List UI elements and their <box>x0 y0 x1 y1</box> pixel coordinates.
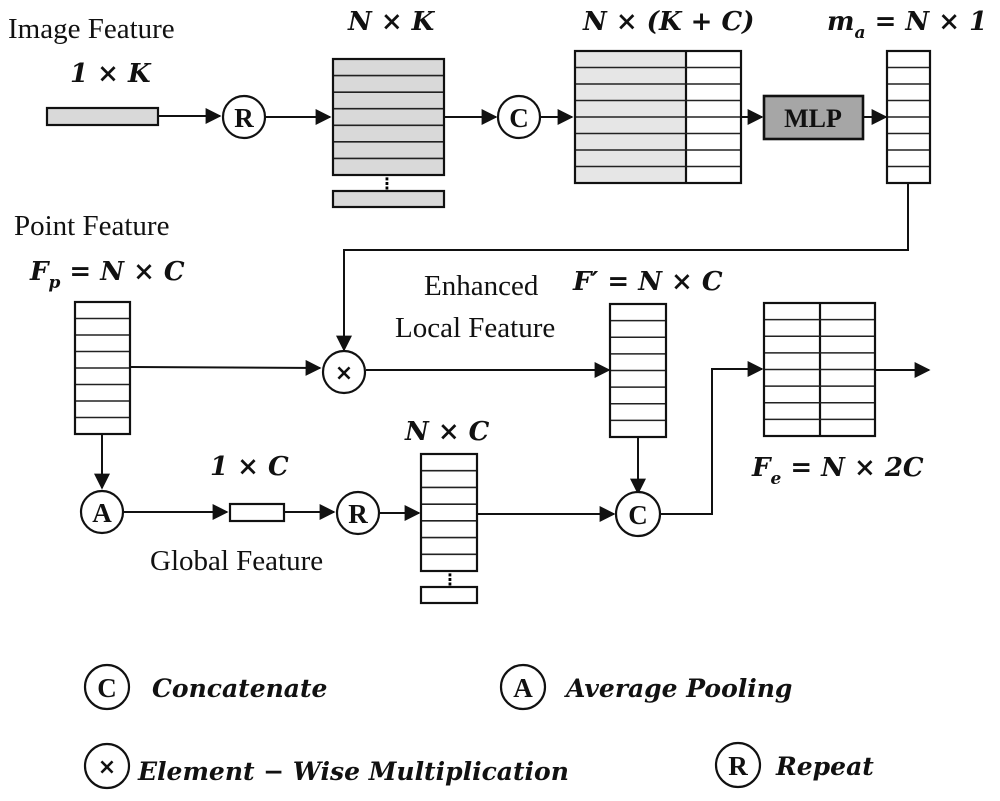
concatenated-feature-matrix <box>573 49 743 185</box>
global-feature-label: Global Feature <box>150 545 323 577</box>
svg-text:MLP: MLP <box>784 104 842 133</box>
svg-text:C: C <box>509 103 529 133</box>
svg-text:Concatenate: Concatenate <box>152 674 327 703</box>
image-feature-vector <box>45 106 160 127</box>
global-feature-vector <box>228 502 286 523</box>
nkc-dim: N × (K + C) <box>582 7 754 37</box>
concat-operator-1: C <box>496 94 542 140</box>
repeat-operator-1: R <box>221 94 267 140</box>
enhanced-local-feature-matrix <box>608 302 668 439</box>
svg-text:Average Pooling: Average Pooling <box>564 674 792 703</box>
svg-text:×: × <box>335 361 353 386</box>
nc-dim: N × C <box>404 417 490 447</box>
ma-dim: ma = N × 1 <box>827 7 987 43</box>
repeated-image-feature-matrix <box>331 57 446 177</box>
fp-dim: Fp = N × C <box>29 257 185 293</box>
avgpool-operator: A <box>79 489 125 535</box>
svg-text:R: R <box>348 499 368 529</box>
svg-text:R: R <box>234 103 254 133</box>
global-feature-dim: 1 × C <box>210 452 289 482</box>
svg-text:A: A <box>92 498 112 528</box>
repeated-global-feature-matrix <box>419 452 479 573</box>
repeat-operator-2: R <box>335 490 381 536</box>
fe-dim: Fe = N × 2C <box>751 453 924 489</box>
legend-item-multiplication: × Element − Wise Multiplication <box>83 742 569 790</box>
multiply-operator: × <box>321 349 367 395</box>
legend-item-repeat: R Repeat <box>714 741 874 789</box>
enhanced-label-line2: Local Feature <box>395 312 555 344</box>
nk-dim: N × K <box>347 7 436 37</box>
svg-text:A: A <box>513 673 533 703</box>
diagram-canvas: Image Feature 1 × K R N × K ⋮ C N × (K +… <box>8 7 987 790</box>
nk-last-row <box>331 189 446 209</box>
image-feature-label: Image Feature <box>8 13 175 45</box>
matrix-column <box>421 454 477 571</box>
legend-item-average-pooling: A Average Pooling <box>499 663 792 711</box>
nc-last-row <box>419 585 479 605</box>
legend: C Concatenate A Average Pooling × Elemen… <box>83 663 874 790</box>
fprime-dim: F′ = N × C <box>572 267 723 297</box>
enhanced-label-line1: Enhanced <box>424 270 539 302</box>
matrix-column <box>333 59 444 175</box>
svg-text:Element − Wise Multiplication: Element − Wise Multiplication <box>137 757 569 786</box>
svg-text:×: × <box>98 755 116 780</box>
arrow-fp-to-multiply <box>130 359 322 376</box>
concat-operator-2: C <box>614 490 662 538</box>
legend-item-concatenate: C Concatenate <box>83 663 327 711</box>
arrow-concat-to-fe <box>660 361 764 515</box>
svg-text:Repeat: Repeat <box>775 752 874 781</box>
enhanced-feature-matrix <box>762 301 877 438</box>
attention-weights-vector <box>885 49 932 185</box>
image-feature-dim: 1 × K <box>70 59 152 89</box>
svg-text:C: C <box>97 673 117 703</box>
feature-fusion-diagram: Image Feature 1 × K R N × K ⋮ C N × (K +… <box>0 0 1000 801</box>
svg-text:C: C <box>628 500 648 530</box>
point-feature-matrix <box>73 300 132 436</box>
point-feature-label: Point Feature <box>14 210 169 242</box>
svg-text:R: R <box>728 751 748 781</box>
mlp-block: MLP <box>762 94 865 141</box>
